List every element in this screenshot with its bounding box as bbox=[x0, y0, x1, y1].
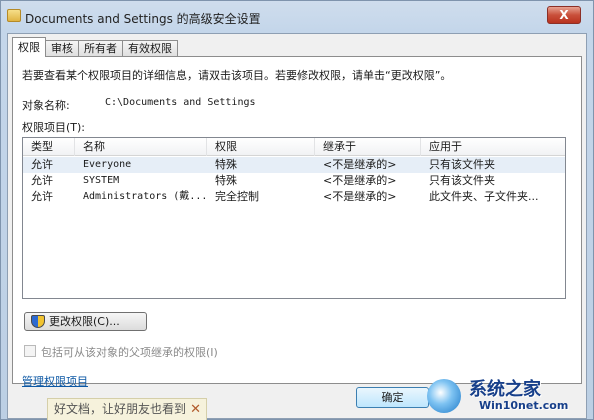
row-applies-to: 此文件夹、子文件夹... bbox=[429, 190, 539, 203]
watermark-url: Win10net.com bbox=[479, 399, 569, 412]
title-bar[interactable]: Documents and Settings 的高级安全设置 X bbox=[1, 1, 593, 33]
inherit-permissions-label: 包括可从该对象的父项继承的权限(I) bbox=[41, 346, 218, 359]
change-permissions-button[interactable]: 更改权限(C)... bbox=[24, 312, 147, 331]
row-type: 允许 bbox=[31, 158, 53, 171]
permission-entries-label: 权限项目(T): bbox=[22, 121, 86, 134]
tab-auditing[interactable]: 审核 bbox=[45, 40, 79, 57]
row-name: Everyone bbox=[83, 159, 132, 170]
column-header-permission[interactable]: 权限 bbox=[207, 138, 315, 156]
table-row[interactable]: 允许 Administrators (戴... 完全控制 <不是继承的> 此文件… bbox=[23, 189, 565, 205]
row-inherited-from: <不是继承的> bbox=[323, 174, 397, 187]
row-applies-to: 只有该文件夹 bbox=[429, 158, 495, 171]
share-banner[interactable]: 好文档，让好朋友也看到 ✕ bbox=[47, 398, 207, 420]
tab-effective-permissions[interactable]: 有效权限 bbox=[122, 40, 178, 57]
row-name: SYSTEM bbox=[83, 175, 120, 186]
watermark-logo-icon bbox=[427, 379, 461, 413]
tab-permissions[interactable]: 权限 bbox=[12, 37, 46, 57]
row-inherited-from: <不是继承的> bbox=[323, 190, 397, 203]
window-title: Documents and Settings 的高级安全设置 bbox=[25, 12, 261, 26]
column-header-applies-to[interactable]: 应用于 bbox=[421, 138, 565, 156]
tab-owner[interactable]: 所有者 bbox=[78, 40, 123, 57]
row-permission: 完全控制 bbox=[215, 190, 259, 203]
row-permission: 特殊 bbox=[215, 174, 237, 187]
intro-text: 若要查看某个权限项目的详细信息，请双击该项目。若要修改权限，请单击“更改权限”。 bbox=[22, 69, 452, 82]
banner-close-icon[interactable]: ✕ bbox=[190, 399, 201, 420]
permissions-panel: 若要查看某个权限项目的详细信息，请双击该项目。若要修改权限，请单击“更改权限”。… bbox=[12, 56, 582, 388]
manage-permission-entries-link[interactable]: 管理权限项目 bbox=[22, 373, 88, 389]
close-button[interactable]: X bbox=[547, 6, 581, 24]
site-watermark: 系统之家 Win10net.com bbox=[419, 369, 594, 420]
object-name-label: 对象名称: bbox=[22, 99, 70, 112]
change-permissions-label: 更改权限(C)... bbox=[49, 315, 120, 328]
watermark-title: 系统之家 bbox=[469, 379, 541, 400]
list-header: 类型 名称 权限 继承于 应用于 bbox=[23, 138, 565, 156]
table-row[interactable]: 允许 SYSTEM 特殊 <不是继承的> 只有该文件夹 bbox=[23, 173, 565, 189]
row-type: 允许 bbox=[31, 190, 53, 203]
share-banner-text: 好文档，让好朋友也看到 bbox=[54, 402, 187, 416]
security-settings-window: Documents and Settings 的高级安全设置 X 权限 审核 所… bbox=[0, 0, 594, 420]
row-permission: 特殊 bbox=[215, 158, 237, 171]
row-applies-to: 只有该文件夹 bbox=[429, 174, 495, 187]
row-name: Administrators (戴... bbox=[83, 191, 207, 202]
tab-strip: 权限 审核 所有者 有效权限 bbox=[12, 37, 178, 57]
folder-icon bbox=[7, 9, 21, 22]
uac-shield-icon bbox=[31, 315, 45, 328]
row-type: 允许 bbox=[31, 174, 53, 187]
table-row[interactable]: 允许 Everyone 特殊 <不是继承的> 只有该文件夹 bbox=[23, 157, 565, 173]
column-header-name[interactable]: 名称 bbox=[75, 138, 207, 156]
permission-entries-list[interactable]: 类型 名称 权限 继承于 应用于 允许 Everyone 特殊 <不是继承的> … bbox=[22, 137, 566, 299]
row-inherited-from: <不是继承的> bbox=[323, 158, 397, 171]
dialog-client-area: 权限 审核 所有者 有效权限 若要查看某个权限项目的详细信息，请双击该项目。若要… bbox=[7, 33, 587, 419]
object-name-value: C:\Documents and Settings bbox=[105, 97, 256, 108]
column-header-type[interactable]: 类型 bbox=[23, 138, 75, 156]
inherit-permissions-checkbox[interactable] bbox=[24, 345, 36, 357]
column-header-inherited-from[interactable]: 继承于 bbox=[315, 138, 421, 156]
